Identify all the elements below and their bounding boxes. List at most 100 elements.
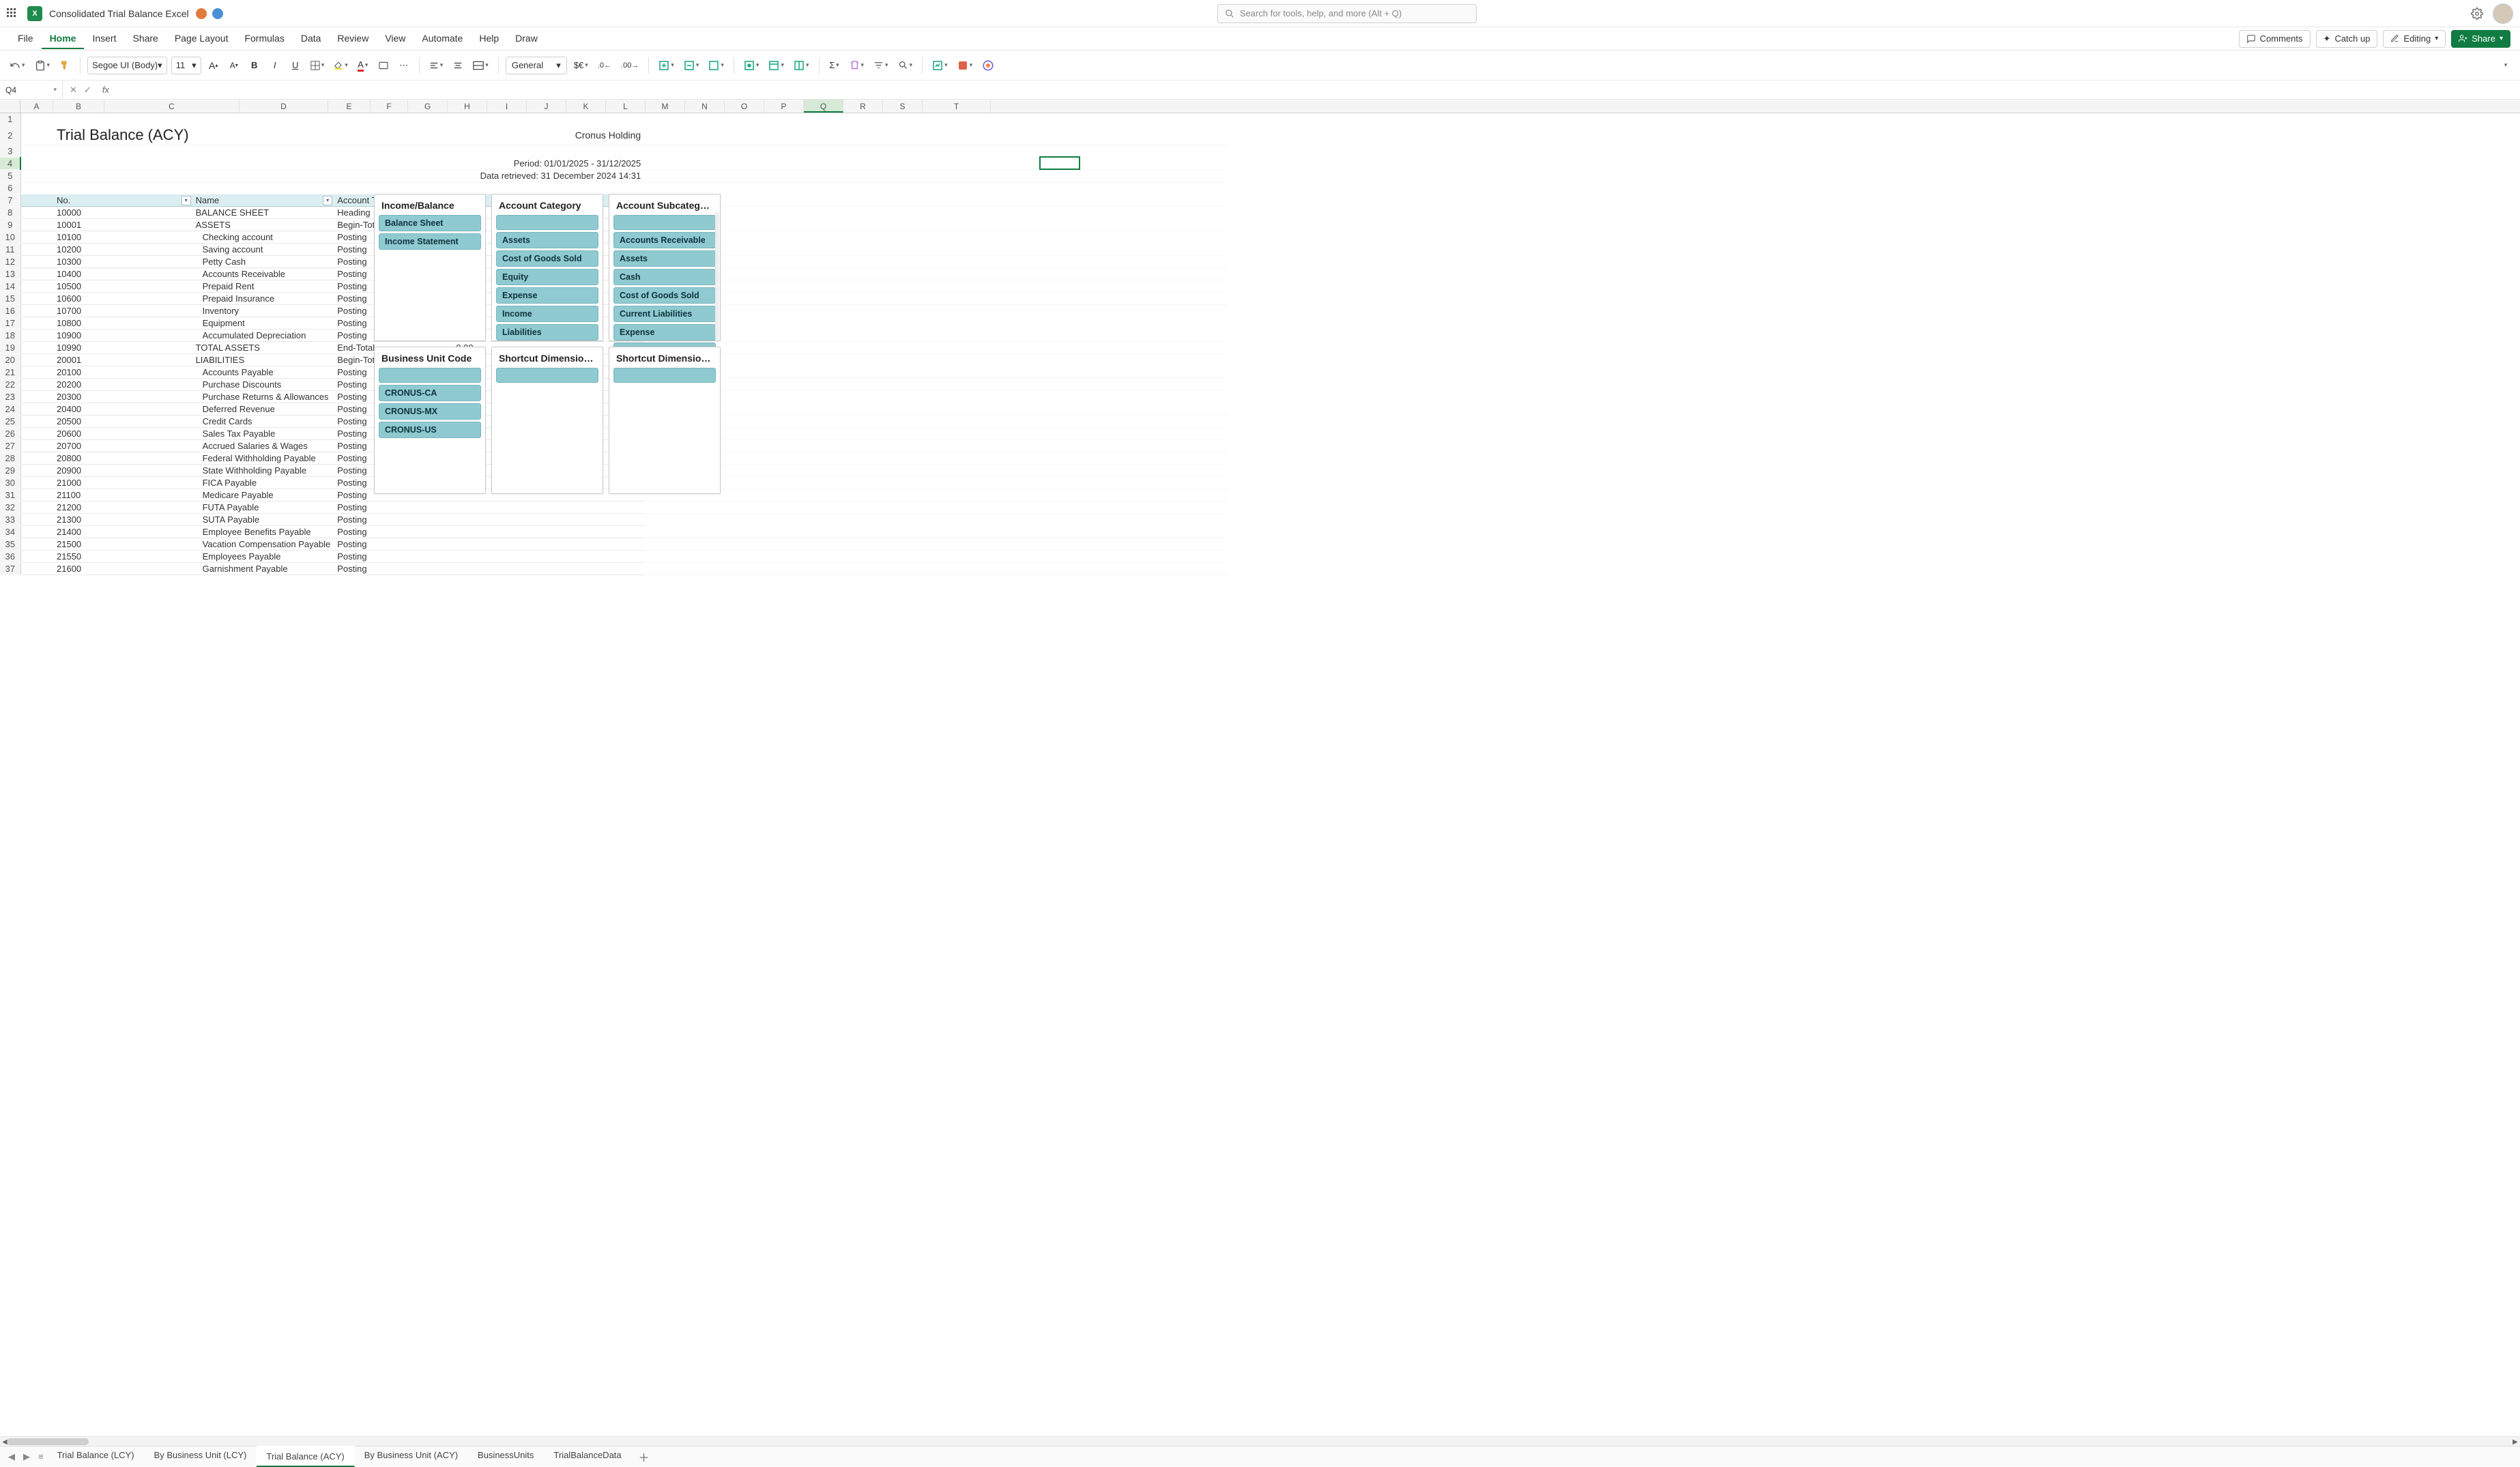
cell[interactable] xyxy=(1000,366,1040,378)
cell[interactable] xyxy=(422,513,476,525)
cell[interactable]: Period: 01/01/2025 - 31/12/2025 xyxy=(477,157,645,169)
cell[interactable]: Inventory xyxy=(192,304,334,317)
cell[interactable] xyxy=(763,439,802,452)
comments-button[interactable]: Comments xyxy=(2239,30,2311,48)
cell[interactable] xyxy=(334,157,422,169)
cell[interactable] xyxy=(763,145,802,157)
cell[interactable] xyxy=(763,157,802,169)
add-sheet-button[interactable]: ＋ xyxy=(632,1449,656,1465)
cell[interactable] xyxy=(1040,231,1080,243)
cell[interactable] xyxy=(1119,231,1159,243)
cell[interactable] xyxy=(20,476,53,489)
slicer-item[interactable]: Equity xyxy=(496,269,598,285)
cell[interactable] xyxy=(20,218,53,231)
cell[interactable] xyxy=(802,525,842,538)
cell[interactable]: Saving account xyxy=(192,243,334,255)
row-header[interactable]: 11 xyxy=(0,243,20,255)
format-painter-button[interactable] xyxy=(57,57,73,74)
cell[interactable] xyxy=(842,206,882,218)
cell[interactable] xyxy=(763,525,802,538)
cell[interactable] xyxy=(20,550,53,562)
cell[interactable] xyxy=(20,126,53,145)
cell[interactable] xyxy=(802,550,842,562)
cell[interactable] xyxy=(1080,538,1119,550)
cell[interactable] xyxy=(684,550,723,562)
cell[interactable] xyxy=(961,513,1000,525)
cell[interactable] xyxy=(1159,489,1227,501)
cell[interactable]: 10400 xyxy=(53,267,192,280)
cell[interactable] xyxy=(723,415,763,427)
cell[interactable] xyxy=(1159,157,1227,169)
cell[interactable] xyxy=(921,243,961,255)
cell[interactable] xyxy=(961,415,1000,427)
row-header[interactable]: 26 xyxy=(0,427,20,439)
cell[interactable] xyxy=(763,181,802,194)
menu-share[interactable]: Share xyxy=(124,29,166,49)
cell[interactable] xyxy=(763,366,802,378)
cell[interactable]: Posting xyxy=(334,538,422,550)
cell[interactable] xyxy=(422,157,476,169)
cell[interactable] xyxy=(192,169,334,181)
cell[interactable]: Accounts Payable xyxy=(192,366,334,378)
cell[interactable] xyxy=(921,427,961,439)
menu-data[interactable]: Data xyxy=(293,29,330,49)
cell[interactable] xyxy=(842,403,882,415)
cell[interactable] xyxy=(1119,378,1159,390)
cell[interactable] xyxy=(20,452,53,464)
cell[interactable] xyxy=(1040,476,1080,489)
cell[interactable] xyxy=(20,378,53,390)
cell[interactable] xyxy=(842,181,882,194)
cell[interactable] xyxy=(1159,378,1227,390)
cell[interactable] xyxy=(882,181,921,194)
slicer-item[interactable] xyxy=(496,215,598,230)
cell[interactable] xyxy=(961,218,1000,231)
cell[interactable] xyxy=(961,464,1000,476)
cell[interactable]: 21000 xyxy=(53,476,192,489)
cell[interactable] xyxy=(1000,489,1040,501)
cell[interactable] xyxy=(422,538,476,550)
slicer-item[interactable]: Balance Sheet xyxy=(379,215,481,231)
cell[interactable] xyxy=(1000,476,1040,489)
cell[interactable] xyxy=(763,538,802,550)
cell[interactable] xyxy=(1159,476,1227,489)
cell[interactable] xyxy=(961,476,1000,489)
column-header-F[interactable]: F xyxy=(371,100,408,113)
increase-font-button[interactable]: A▴ xyxy=(205,57,222,74)
slicer-item[interactable]: Income Statement xyxy=(379,233,481,250)
analyze-button[interactable]: ▾ xyxy=(929,57,951,74)
cell[interactable] xyxy=(882,452,921,464)
cell[interactable] xyxy=(961,501,1000,513)
cell[interactable] xyxy=(961,304,1000,317)
cell[interactable] xyxy=(921,329,961,341)
cell[interactable] xyxy=(842,243,882,255)
cell[interactable] xyxy=(802,194,842,206)
cell[interactable]: 10300 xyxy=(53,255,192,267)
cell[interactable] xyxy=(763,513,802,525)
cell[interactable] xyxy=(763,206,802,218)
cell[interactable] xyxy=(763,113,802,126)
cell[interactable] xyxy=(1000,194,1040,206)
cell[interactable] xyxy=(1119,181,1159,194)
slicer[interactable]: Shortcut Dimension… xyxy=(491,347,603,494)
row-header[interactable]: 33 xyxy=(0,513,20,525)
cell[interactable] xyxy=(1040,341,1080,353)
cell[interactable] xyxy=(961,353,1000,366)
cell[interactable] xyxy=(882,489,921,501)
format-cells-button[interactable]: ▾ xyxy=(706,57,727,74)
cell[interactable]: 21550 xyxy=(53,550,192,562)
sync-badge-icon[interactable] xyxy=(212,8,223,19)
slicer-item[interactable]: CRONUS-CA xyxy=(379,385,481,401)
cell[interactable] xyxy=(961,341,1000,353)
cell[interactable] xyxy=(1040,390,1080,403)
cell[interactable] xyxy=(20,231,53,243)
cell[interactable]: Garnishment Payable xyxy=(192,562,334,575)
font-color-button[interactable]: A▾ xyxy=(355,57,371,74)
cell[interactable] xyxy=(334,113,422,126)
cell[interactable] xyxy=(1080,489,1119,501)
cell[interactable] xyxy=(802,206,842,218)
cell[interactable] xyxy=(20,439,53,452)
cell[interactable] xyxy=(921,415,961,427)
cell[interactable] xyxy=(684,538,723,550)
cell[interactable] xyxy=(802,464,842,476)
cell[interactable] xyxy=(763,415,802,427)
